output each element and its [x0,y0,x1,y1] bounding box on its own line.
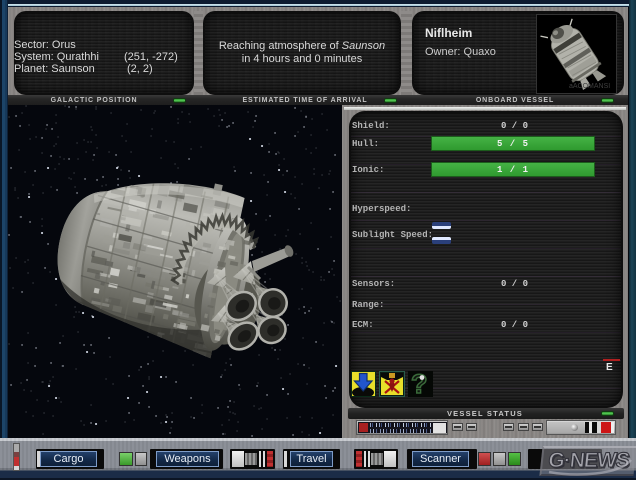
svg-text:?: ? [411,371,428,395]
svg-text:aACOMANSI: aACOMANSI [569,83,610,90]
